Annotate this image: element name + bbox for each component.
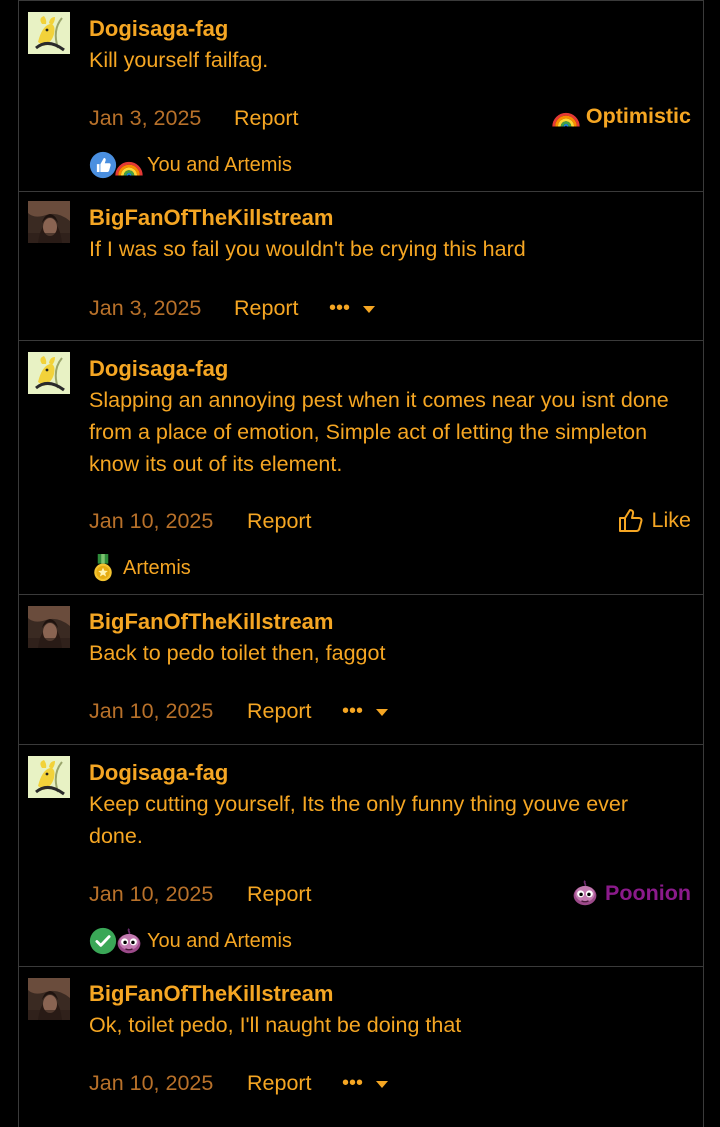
avatar[interactable] <box>28 12 70 54</box>
post-date[interactable]: Jan 3, 2025 <box>89 296 201 321</box>
ellipsis-icon: ••• <box>342 700 364 722</box>
reactions-bar[interactable]: You and Artemis <box>89 927 292 955</box>
rainbow-icon <box>552 102 580 130</box>
post: BigFanOfTheKillstream Ok, toilet pedo, I… <box>18 967 704 1127</box>
like-button[interactable]: Like <box>618 507 691 533</box>
avatar[interactable] <box>28 756 70 798</box>
author-name[interactable]: BigFanOfTheKillstream <box>89 981 333 1007</box>
avatar[interactable] <box>28 606 70 648</box>
rainbow-icon <box>115 151 143 179</box>
reaction-tag[interactable]: Poonion <box>571 879 691 907</box>
thumbs-up-outline-icon <box>618 507 644 533</box>
post-text: Ok, toilet pedo, I'll naught be doing th… <box>89 1013 462 1037</box>
reaction-tag[interactable]: Optimistic <box>552 102 691 130</box>
author-name[interactable]: Dogisaga-fag <box>89 356 228 382</box>
post: BigFanOfTheKillstream Back to pedo toile… <box>18 595 704 745</box>
report-link[interactable]: Report <box>234 296 299 321</box>
bigfan-avatar-icon <box>28 201 70 243</box>
post-date[interactable]: Jan 10, 2025 <box>89 882 213 907</box>
post-text: Slapping an annoying pest when it comes … <box>89 388 669 476</box>
post-date[interactable]: Jan 10, 2025 <box>89 1071 213 1096</box>
report-link[interactable]: Report <box>247 509 312 534</box>
ellipsis-icon: ••• <box>342 1072 364 1094</box>
post-text: If I was so fail you wouldn't be crying … <box>89 237 526 261</box>
dogisaga-avatar-icon <box>28 756 70 798</box>
dogisaga-avatar-icon <box>28 12 70 54</box>
author-name[interactable]: BigFanOfTheKillstream <box>89 205 333 231</box>
bigfan-avatar-icon <box>28 978 70 1020</box>
report-link[interactable]: Report <box>247 699 312 724</box>
reactors-text: You and Artemis <box>147 929 292 952</box>
report-link[interactable]: Report <box>247 882 312 907</box>
medal-icon <box>89 554 117 582</box>
post-date[interactable]: Jan 10, 2025 <box>89 699 213 724</box>
post: Dogisaga-fag Keep cutting yourself, Its … <box>18 745 704 967</box>
poonion-icon <box>115 927 143 955</box>
avatar[interactable] <box>28 352 70 394</box>
reactions-bar[interactable]: You and Artemis <box>89 151 292 179</box>
poonion-icon <box>571 879 599 907</box>
reactors-text: You and Artemis <box>147 153 292 176</box>
ellipsis-icon: ••• <box>329 297 351 319</box>
reactions-bar[interactable]: Artemis <box>89 554 191 582</box>
post-text: Keep cutting yourself, Its the only funn… <box>89 792 629 848</box>
bigfan-avatar-icon <box>28 606 70 648</box>
avatar[interactable] <box>28 978 70 1020</box>
checkmark-icon <box>89 927 117 955</box>
chevron-down-icon <box>375 707 389 717</box>
reaction-label: Poonion <box>605 880 691 905</box>
reactors-text: Artemis <box>123 556 191 579</box>
thumbs-up-icon <box>89 151 117 179</box>
chevron-down-icon <box>375 1079 389 1089</box>
post-date[interactable]: Jan 3, 2025 <box>89 106 201 131</box>
more-options-button[interactable]: ••• <box>329 297 376 320</box>
dogisaga-avatar-icon <box>28 352 70 394</box>
like-label: Like <box>651 507 691 532</box>
post-text: Kill yourself failfag. <box>89 48 269 72</box>
more-options-button[interactable]: ••• <box>342 700 389 723</box>
reaction-label: Optimistic <box>585 103 691 128</box>
report-link[interactable]: Report <box>234 106 299 131</box>
post-date[interactable]: Jan 10, 2025 <box>89 509 213 534</box>
author-name[interactable]: Dogisaga-fag <box>89 16 228 42</box>
post: Dogisaga-fag Slapping an annoying pest w… <box>18 341 704 595</box>
report-link[interactable]: Report <box>247 1071 312 1096</box>
post: Dogisaga-fag Kill yourself failfag. Jan … <box>18 0 704 192</box>
post-text: Back to pedo toilet then, faggot <box>89 641 386 665</box>
chevron-down-icon <box>362 304 376 314</box>
post: BigFanOfTheKillstream If I was so fail y… <box>18 191 704 341</box>
avatar[interactable] <box>28 201 70 243</box>
more-options-button[interactable]: ••• <box>342 1072 389 1095</box>
author-name[interactable]: BigFanOfTheKillstream <box>89 609 333 635</box>
author-name[interactable]: Dogisaga-fag <box>89 760 228 786</box>
